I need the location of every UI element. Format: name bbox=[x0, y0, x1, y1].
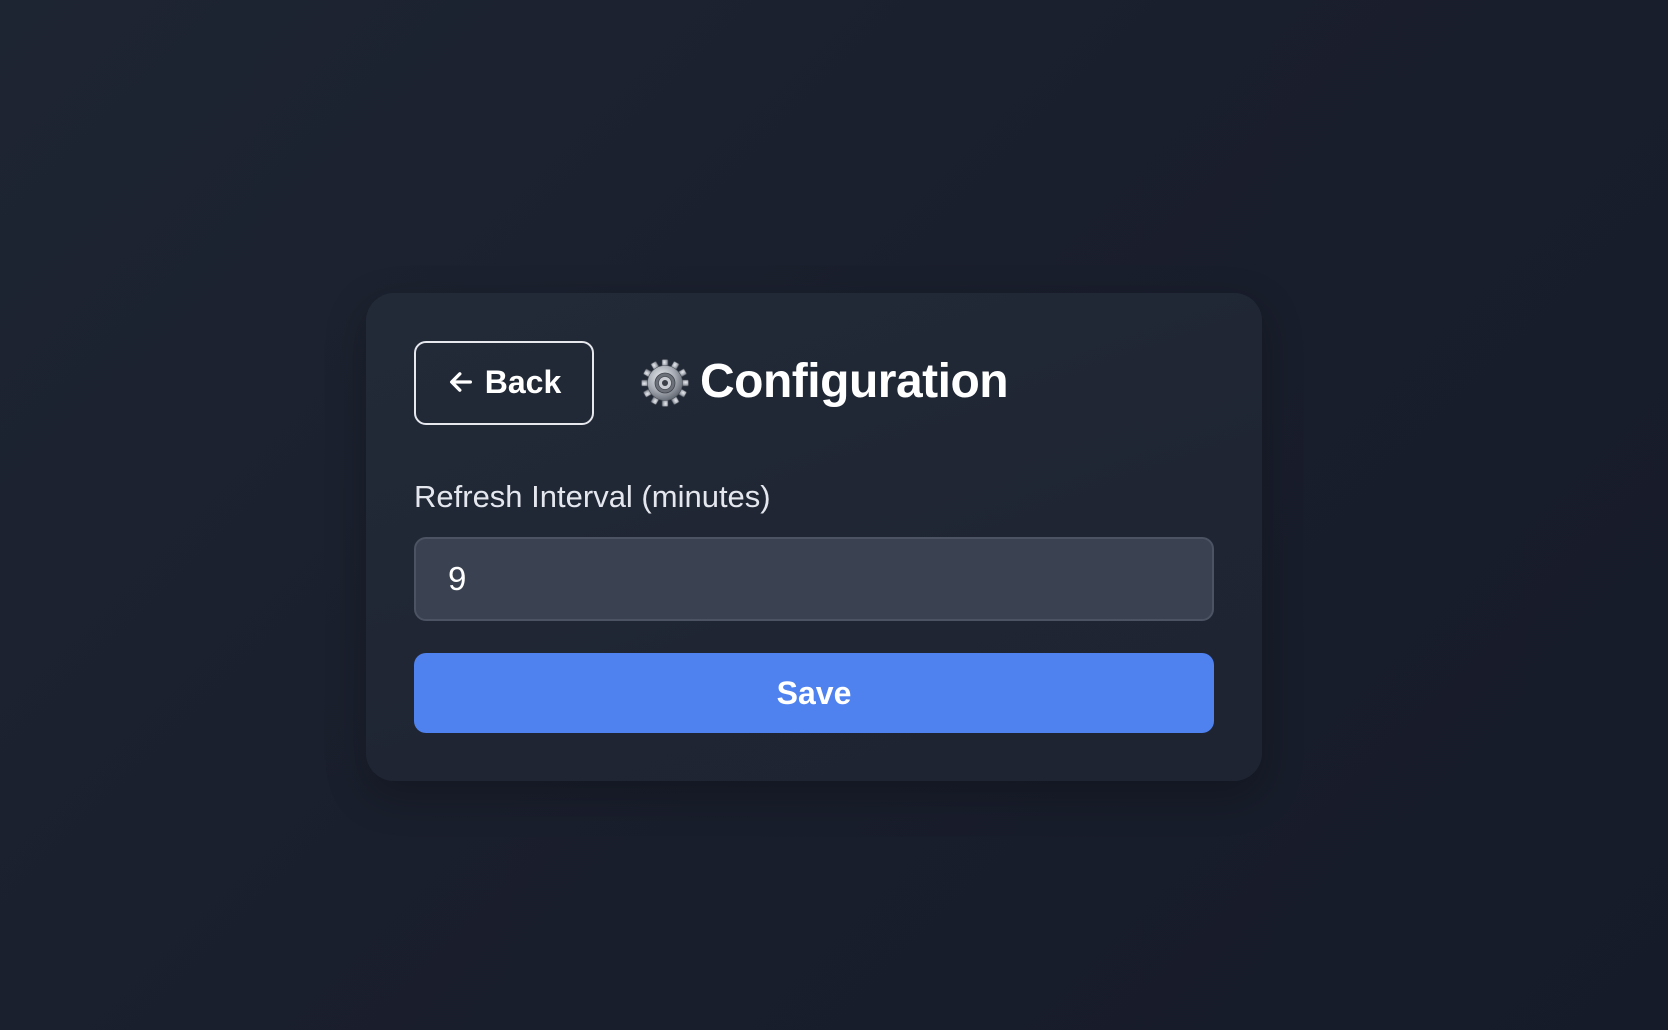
page-title: Configuration bbox=[700, 355, 1009, 408]
title-group: Configuration bbox=[640, 355, 1009, 408]
save-button[interactable]: Save bbox=[414, 653, 1214, 733]
arrow-left-icon bbox=[449, 372, 472, 392]
back-button[interactable]: Back bbox=[414, 341, 594, 425]
card-header: Back Configuration bbox=[414, 341, 1009, 425]
configuration-card: Back Configuration Refresh Interval (min… bbox=[366, 293, 1262, 781]
refresh-interval-label: Refresh Interval (minutes) bbox=[414, 479, 771, 514]
back-button-label: Back bbox=[484, 363, 562, 400]
gear-icon bbox=[641, 359, 689, 407]
refresh-interval-input[interactable] bbox=[414, 537, 1214, 621]
